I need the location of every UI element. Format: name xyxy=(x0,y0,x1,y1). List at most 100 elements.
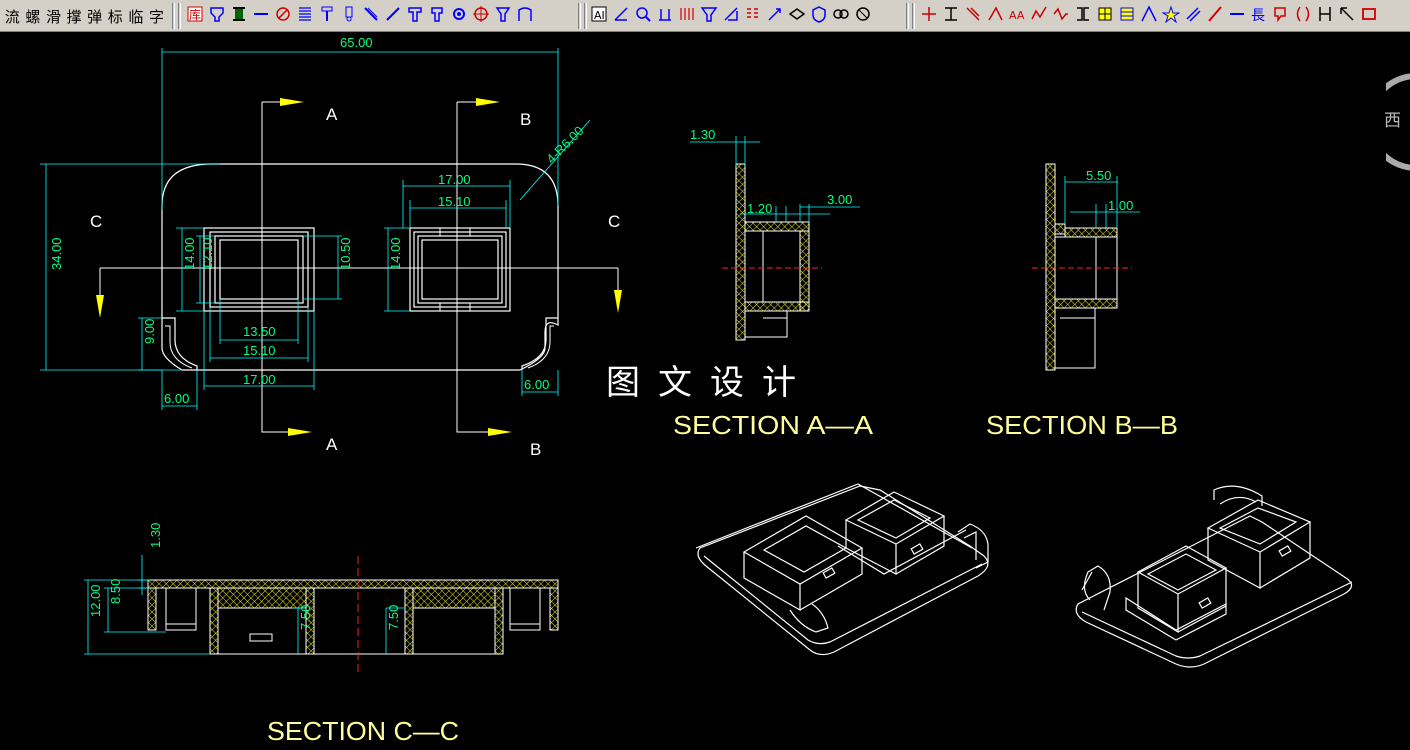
corner-button[interactable] xyxy=(1336,4,1358,28)
angle-dim-button[interactable] xyxy=(984,4,1006,28)
side-panel-text: 西 xyxy=(1384,111,1401,131)
column-button[interactable] xyxy=(228,4,250,28)
dim-cc-750a: 7.50 xyxy=(298,605,313,630)
toolbar-separator xyxy=(912,3,915,29)
shield-button[interactable] xyxy=(808,4,830,28)
angle-button[interactable] xyxy=(610,4,632,28)
fitting-button[interactable] xyxy=(206,4,228,28)
aa-button[interactable]: AA xyxy=(1006,4,1028,28)
line-button[interactable] xyxy=(1226,4,1248,28)
side-panel-icon[interactable]: 西 xyxy=(1384,72,1410,172)
dim-1050: 10.50 xyxy=(338,237,353,270)
link-button[interactable] xyxy=(830,4,852,28)
line-button[interactable] xyxy=(250,4,272,28)
tee-button[interactable] xyxy=(404,4,426,28)
dim-34: 34.00 xyxy=(49,237,64,270)
screw-button[interactable] xyxy=(316,4,338,28)
layer-button[interactable] xyxy=(786,4,808,28)
isometric-view-1 xyxy=(695,483,989,656)
pin-icon xyxy=(362,5,380,27)
cross-button[interactable] xyxy=(918,4,940,28)
dim-6-right: 6.00 xyxy=(524,377,549,392)
target-button[interactable] xyxy=(470,4,492,28)
filter-button[interactable] xyxy=(852,4,874,28)
pattern-button[interactable] xyxy=(742,4,764,28)
bolt-button[interactable] xyxy=(338,4,360,28)
plate-outline xyxy=(161,163,559,371)
arrow-a-bot xyxy=(288,428,312,436)
zoom-icon xyxy=(634,5,652,27)
slant-icon xyxy=(1206,5,1224,27)
circle-x-button[interactable] xyxy=(272,4,294,28)
ejector-button[interactable] xyxy=(492,4,514,28)
text-button[interactable]: AI xyxy=(588,4,610,28)
watermark-title: 图文设计 xyxy=(606,363,814,403)
punch-button[interactable] xyxy=(426,4,448,28)
gate-button[interactable] xyxy=(514,4,536,28)
dim-aa-300: 3.00 xyxy=(827,192,852,207)
rect-button[interactable] xyxy=(1358,4,1380,28)
marker-b-bot: B xyxy=(530,440,541,459)
arrow-button[interactable] xyxy=(764,4,786,28)
dim-1510-right: 15.10 xyxy=(438,194,471,209)
balloon-button[interactable] xyxy=(1270,4,1292,28)
fitting-icon xyxy=(208,5,226,27)
section-titles: SECTION A—A SECTION B—B SECTION C—C xyxy=(267,410,1178,746)
tool-spring-button[interactable]: 弹 xyxy=(84,4,105,28)
spring-button[interactable] xyxy=(294,4,316,28)
corner-icon xyxy=(1338,5,1356,27)
tool-standard-button[interactable]: 标 xyxy=(105,4,126,28)
grid-button[interactable] xyxy=(676,4,698,28)
section-bb-title: SECTION B—B xyxy=(986,410,1178,440)
dim-cc-1200: 12.00 xyxy=(88,584,103,617)
table-button[interactable] xyxy=(1116,4,1138,28)
dim-65: 65.00 xyxy=(340,35,373,50)
scale-button[interactable] xyxy=(720,4,742,28)
column-mark-button[interactable] xyxy=(1314,4,1336,28)
diagonal-button[interactable] xyxy=(962,4,984,28)
section-aa xyxy=(722,163,822,341)
section-button[interactable] xyxy=(940,4,962,28)
filter-icon xyxy=(854,5,872,27)
zigzag-button[interactable] xyxy=(1050,4,1072,28)
toolbar-separator xyxy=(906,3,909,29)
toolbar-separator xyxy=(172,3,175,29)
column-icon xyxy=(230,5,248,27)
screw-icon xyxy=(318,5,336,27)
hatch-button[interactable] xyxy=(1094,4,1116,28)
paren-button[interactable] xyxy=(1292,4,1314,28)
tool-slide-button[interactable]: 滑 xyxy=(43,4,64,28)
chart-button[interactable] xyxy=(1028,4,1050,28)
height-button[interactable] xyxy=(654,4,676,28)
dim-6-left: 6.00 xyxy=(164,391,189,406)
tool-flow-button[interactable]: 流 xyxy=(2,4,23,28)
library-button[interactable]: 库 xyxy=(184,4,206,28)
tool-temp-button[interactable]: 临 xyxy=(126,4,147,28)
gear-button[interactable] xyxy=(448,4,470,28)
aa-icon: AA xyxy=(1008,5,1026,27)
zoom-button[interactable] xyxy=(632,4,654,28)
dim-cc-850: 8.50 xyxy=(108,579,123,604)
tool-support-button[interactable]: 撑 xyxy=(64,4,85,28)
isometric-view-2 xyxy=(1075,485,1353,668)
slant-button[interactable] xyxy=(1204,4,1226,28)
dim-14-right: 14.00 xyxy=(388,237,403,270)
tool-text-button[interactable]: 字 xyxy=(146,4,167,28)
section-icon xyxy=(942,5,960,27)
section-cc-title: SECTION C—C xyxy=(267,716,459,746)
dim-14-left: 14.00 xyxy=(182,237,197,270)
bracket-button[interactable] xyxy=(1072,4,1094,28)
peak-button[interactable] xyxy=(1138,4,1160,28)
funnel-button[interactable] xyxy=(698,4,720,28)
length-button[interactable]: 長 xyxy=(1248,4,1270,28)
pin-button[interactable] xyxy=(360,4,382,28)
section-bb-dim-text: 5.50 1.00 xyxy=(1086,168,1133,213)
slash-button[interactable] xyxy=(382,4,404,28)
parallel-button[interactable] xyxy=(1182,4,1204,28)
chart-icon xyxy=(1030,5,1048,27)
bolt-icon xyxy=(340,5,358,27)
top-view-dimensions xyxy=(40,48,591,410)
tool-screw-button[interactable]: 螺 xyxy=(23,4,44,28)
marker-c-left: C xyxy=(90,212,102,231)
star-button[interactable] xyxy=(1160,4,1182,28)
